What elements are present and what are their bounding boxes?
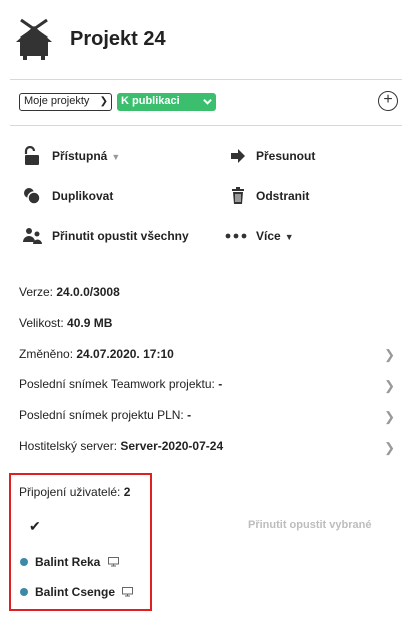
- trash-icon: [232, 187, 244, 204]
- delete-label: Odstranit: [256, 189, 310, 203]
- chevron-down-icon: [203, 98, 212, 105]
- computer-icon: [122, 587, 134, 597]
- pln-label: Poslední snímek projektu PLN:: [19, 408, 184, 422]
- project-filter-select[interactable]: Moje projekty ❯: [19, 93, 112, 111]
- filter-divider: [10, 125, 402, 126]
- force-leave-selected-button[interactable]: Přinutit opustit vybrané: [248, 519, 371, 531]
- chevron-down-icon: ❯: [99, 96, 108, 107]
- modified-value: 24.07.2020. 17:10: [76, 347, 174, 361]
- teamwork-label: Poslední snímek Teamwork projektu:: [19, 377, 215, 391]
- online-status-icon: [20, 558, 28, 566]
- pln-snapshot-row: Poslední snímek projektu PLN: -: [19, 408, 191, 422]
- connected-users-row: Připojení uživatelé: 2: [19, 485, 130, 499]
- version-row: Verze: 24.0.0/3008: [19, 285, 120, 299]
- hut-icon: [16, 18, 52, 60]
- project-filter-label: Moje projekty: [24, 95, 90, 107]
- plus-icon: +: [383, 91, 393, 108]
- project-header: Projekt 24: [14, 16, 404, 66]
- user-name: Balint Csenge: [35, 585, 116, 599]
- size-label: Velikost:: [19, 316, 64, 330]
- duplicate-label: Duplikovat: [52, 189, 114, 203]
- user-name: Balint Reka: [35, 555, 101, 569]
- pln-value: -: [187, 408, 192, 422]
- size-value: 40.9 MB: [67, 316, 113, 330]
- online-status-icon: [20, 588, 28, 596]
- status-dropdown[interactable]: K publikaci: [117, 93, 216, 111]
- arrow-right-icon: [231, 149, 245, 163]
- version-value: 24.0.0/3008: [56, 285, 120, 299]
- modified-row: Změněno: 24.07.2020. 17:10: [19, 347, 174, 361]
- unlock-icon: [24, 146, 39, 165]
- status-label: K publikaci: [121, 95, 180, 107]
- move-label: Přesunout: [256, 149, 316, 163]
- force-leave-all-label: Přinutit opustit všechny: [52, 229, 189, 243]
- host-value: Server-2020-07-24: [120, 439, 224, 453]
- host-chevron-icon[interactable]: ❯: [384, 440, 395, 456]
- caret-down-icon: ▼: [284, 232, 294, 242]
- user-item[interactable]: Balint Reka: [20, 555, 119, 569]
- host-label: Hostitelský server:: [19, 439, 118, 453]
- user-item[interactable]: Balint Csenge: [20, 585, 134, 599]
- teamwork-snapshot-row: Poslední snímek Teamwork projektu: -: [19, 377, 222, 391]
- add-button[interactable]: +: [378, 91, 398, 111]
- modified-chevron-icon[interactable]: ❯: [384, 347, 395, 363]
- page-title: Projekt 24: [70, 28, 166, 50]
- connected-users-label: Připojení uživatelé:: [19, 485, 121, 499]
- more-dots-icon: [225, 233, 247, 239]
- host-server-row: Hostitelský server: Server-2020-07-24: [19, 439, 223, 453]
- select-all-checkmark-icon[interactable]: ✔: [29, 518, 41, 535]
- more-label: Více: [256, 229, 281, 243]
- filter-row: Moje projekty ❯ K publikaci +: [19, 91, 398, 113]
- modified-label: Změněno:: [19, 347, 74, 361]
- size-row: Velikost: 40.9 MB: [19, 316, 112, 330]
- teamwork-value: -: [218, 377, 223, 391]
- pln-chevron-icon[interactable]: ❯: [384, 409, 395, 425]
- teamwork-chevron-icon[interactable]: ❯: [384, 378, 395, 394]
- header-divider: [10, 79, 402, 80]
- caret-down-icon: ▼: [111, 152, 121, 162]
- computer-icon: [107, 557, 119, 567]
- connected-users-count: 2: [123, 485, 131, 499]
- access-label: Přístupná: [52, 149, 108, 163]
- users-icon: [23, 228, 42, 244]
- version-label: Verze:: [19, 285, 54, 299]
- duplicate-icon: [24, 188, 41, 205]
